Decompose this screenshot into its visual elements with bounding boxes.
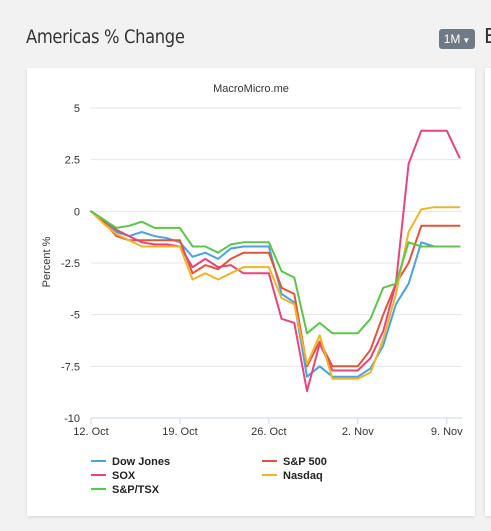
legend-swatch bbox=[91, 460, 106, 463]
x-tick-label: 19. Oct bbox=[162, 426, 197, 438]
legend-item[interactable]: S&P/TSX bbox=[91, 484, 159, 497]
legend-label: Nasdaq bbox=[283, 470, 323, 482]
x-tick-label: 2. Nov bbox=[342, 426, 374, 438]
y-tick-label: 5 bbox=[74, 103, 80, 115]
legend-item[interactable]: Nasdaq bbox=[262, 470, 323, 483]
x-tick-label: 26. Oct bbox=[251, 426, 286, 438]
series-lines bbox=[90, 129, 461, 393]
chart-source: MacroMicro.me bbox=[213, 83, 289, 95]
line-chart: MacroMicro.me 5 2.5 0 -2.5 -5 -7.5 -1012. Oct 19… bbox=[41, 83, 463, 438]
y-tick-label: -2.5 bbox=[61, 258, 80, 270]
x-tick-label: 9. Nov bbox=[431, 426, 463, 438]
x-tick-label: 12. Oct bbox=[73, 426, 108, 438]
y-tick-label: -7.5 bbox=[61, 361, 80, 373]
legend-swatch bbox=[262, 460, 277, 463]
legend-item[interactable]: SOX bbox=[91, 470, 135, 483]
legend-item[interactable]: S&P 500 bbox=[262, 456, 327, 469]
grid-lines bbox=[91, 107, 462, 419]
legend-swatch bbox=[91, 474, 106, 477]
y-tick-label: 2.5 bbox=[65, 155, 80, 167]
axes: MacroMicro.me 5 2.5 0 -2.5 -5 -7.5 -1012. Oct 19… bbox=[41, 83, 463, 438]
y-tick-label: 0 bbox=[74, 206, 80, 218]
y-tick-label: -10 bbox=[64, 413, 80, 425]
y-tick-label: -5 bbox=[70, 310, 80, 322]
legend-swatch bbox=[262, 474, 277, 477]
legend-item[interactable]: Dow Jones bbox=[91, 456, 170, 469]
legend-label: Dow Jones bbox=[112, 456, 171, 468]
legend-label: S&P 500 bbox=[283, 456, 327, 468]
series-line-sox[interactable] bbox=[90, 129, 461, 393]
y-axis-title: Percent % bbox=[41, 236, 53, 287]
series-line-s-p-500[interactable] bbox=[90, 210, 461, 368]
legend-swatch bbox=[91, 488, 106, 491]
legend-label: S&P/TSX bbox=[112, 484, 160, 496]
legend-label: SOX bbox=[112, 470, 136, 482]
